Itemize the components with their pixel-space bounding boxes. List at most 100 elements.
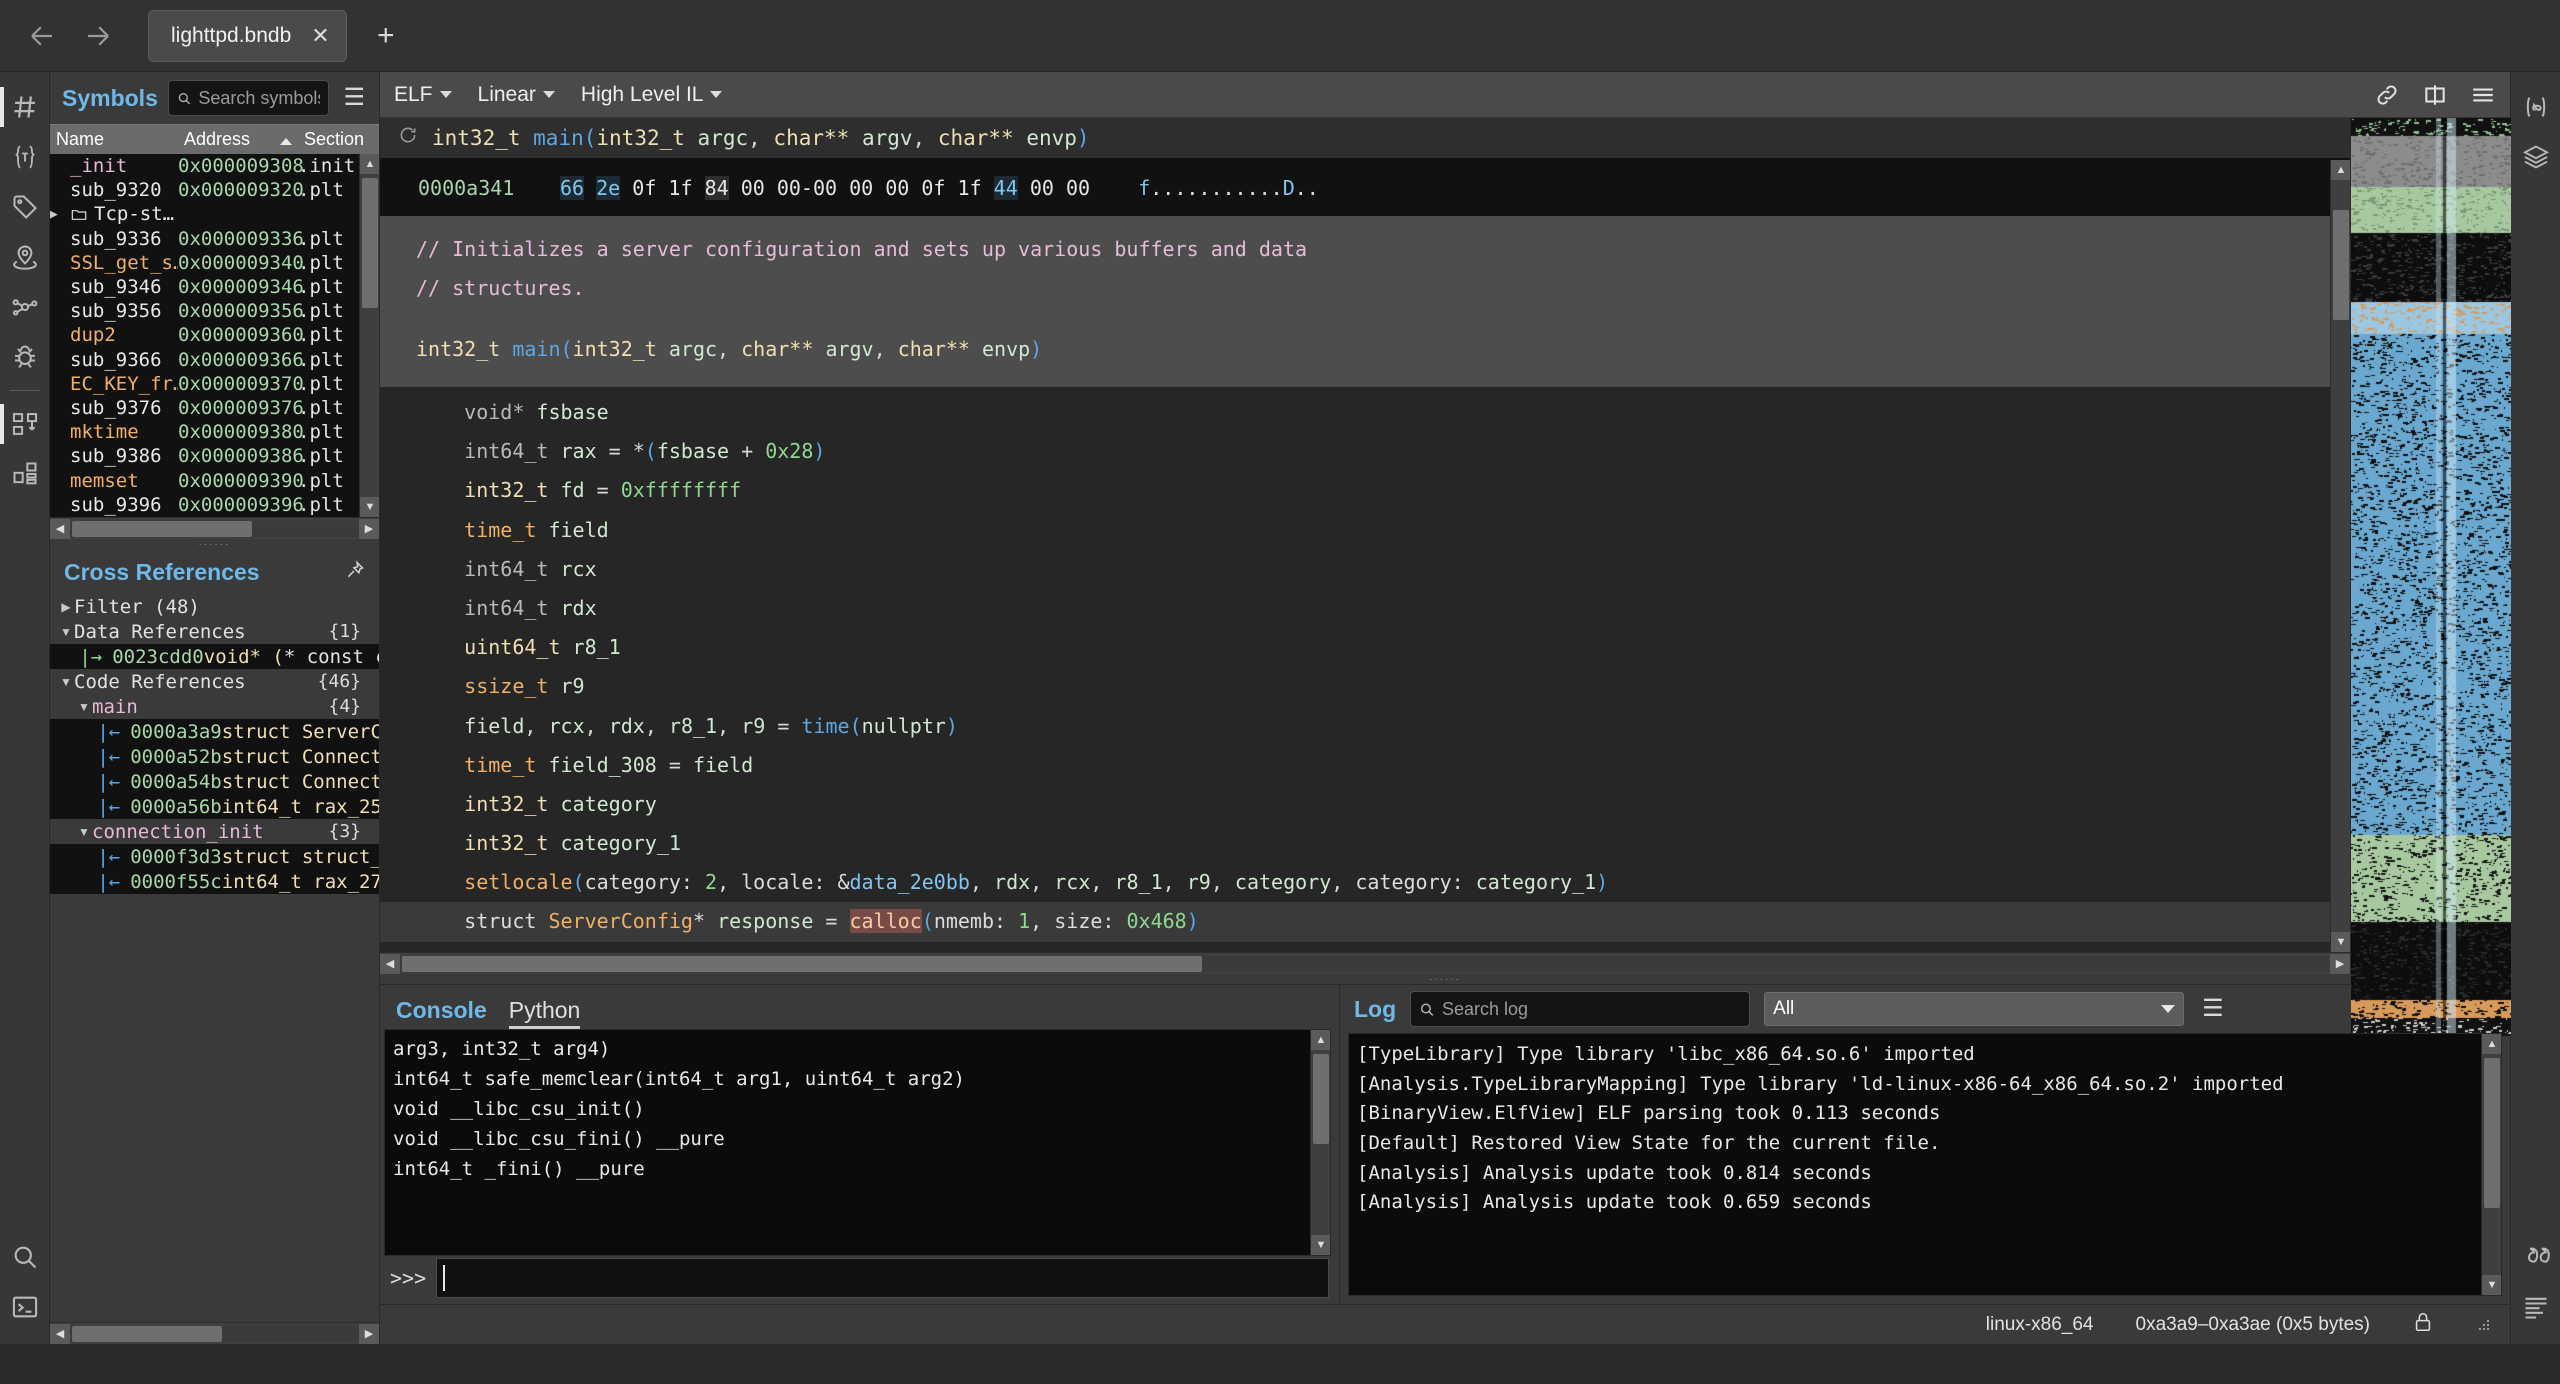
h-scroll-track[interactable] [400,955,2330,972]
xref-row[interactable]: |← 0000a3a9 struct ServerConfig [50,719,379,744]
plus-icon[interactable]: + [363,13,409,59]
layers-icon[interactable] [2511,132,2560,182]
h-scroll-thumb[interactable] [72,1325,222,1342]
h-scroll-thumb[interactable] [72,520,252,537]
xref-row[interactable]: |← 0000f3d3 struct struct_7* ra [50,844,379,869]
tab-python[interactable]: Python [508,997,581,1029]
xrefs-tree[interactable]: ▶ Filter (48) ▼ Data References {1} |→ 0023cd… [50,594,379,1322]
scroll-thumb[interactable] [362,178,378,308]
code-line[interactable]: int32_t category [380,785,2350,824]
view-layout-dropdown[interactable]: Linear [478,83,555,107]
scroll-left-arrow-icon[interactable]: ◀ [50,1323,70,1344]
terminal-icon[interactable] [0,1282,50,1332]
symbol-row[interactable]: sub_9336 0x000009336 .plt [50,227,379,251]
log-vertical-scrollbar[interactable]: ▲ ▼ [2481,1034,2501,1295]
scroll-left-arrow-icon[interactable]: ◀ [50,518,70,539]
code-line[interactable]: int64_t rdx [380,589,2350,628]
symbol-row[interactable]: sub_9376 0x000009376 .plt [50,396,379,420]
hex-byte[interactable]: 84 [704,176,729,200]
column-header-name[interactable]: Name [50,129,178,150]
log-level-filter-dropdown[interactable]: All [1764,992,2185,1026]
xref-row[interactable]: |← 0000f55c int64_t rax_27 = ca [50,869,379,894]
view-type-dropdown[interactable]: ELF [394,83,452,107]
code-line[interactable]: setlocale(category: 2, locale: &data_2e0… [380,863,2350,902]
symbol-row[interactable]: memset 0x000009390 .plt [50,468,379,492]
hex-byte[interactable]: 00-00 [777,176,837,200]
minimap-canvas[interactable] [2351,118,2511,1038]
inline-function-signature[interactable]: int32_t main(int32_t argc, char** argv, … [380,330,2350,369]
code-line[interactable]: struct ServerConfig* response = calloc(n… [380,902,2350,942]
function-signature[interactable]: int32_t main(int32_t argc, char** argv, … [432,126,1090,150]
code-line[interactable]: int32_t category_1 [380,824,2350,863]
symbol-row[interactable]: sub_9366 0x000009366 .plt [50,348,379,372]
xrefs-horizontal-scrollbar[interactable]: ◀ ▶ [50,1322,379,1344]
link-icon[interactable] [2374,82,2400,108]
xref-row[interactable]: ▼ connection_init {3} [50,819,379,844]
code-line[interactable]: field, rcx, rdx, r8_1, r9 = time(nullptr… [380,707,2350,746]
graph-icon[interactable] [0,282,50,332]
close-icon[interactable]: ✕ [311,23,329,49]
code-vertical-scrollbar[interactable]: ▲ ▼ [2330,160,2350,952]
binary-minimap[interactable] [2350,118,2511,1038]
code-line[interactable]: uint64_t r8_1 [380,628,2350,667]
scroll-down-arrow-icon[interactable]: ▼ [2331,932,2350,952]
log-menu-icon[interactable]: ☰ [2198,997,2228,1021]
linear-code-view[interactable]: 0000a341 66 2e 0f 1f 84 00 00-00 00 00 0… [380,160,2350,952]
lock-icon[interactable] [2412,1311,2434,1338]
il-level-dropdown[interactable]: High Level IL [581,83,723,107]
hex-byte[interactable]: 44 [993,176,1018,200]
console-vertical-scrollbar[interactable]: ▲ ▼ [1310,1030,1330,1255]
scroll-down-arrow-icon[interactable]: ▼ [1311,1235,1330,1255]
code-line[interactable]: int64_t rcx [380,550,2350,589]
file-tab[interactable]: lighttpd.bndb ✕ [148,9,347,62]
column-header-section[interactable]: Section [298,129,379,150]
hex-byte[interactable]: 2e [596,176,621,200]
scroll-up-arrow-icon[interactable]: ▲ [2482,1034,2501,1054]
options-hamburger-icon[interactable] [2470,82,2496,108]
chevron-right-icon[interactable]: ▶ [58,600,74,614]
chevron-down-icon[interactable]: ▼ [58,675,74,689]
symbol-row[interactable]: _init 0x000009308 .init [50,154,379,178]
h-scroll-thumb[interactable] [402,955,1202,972]
chevron-down-icon[interactable]: ▼ [58,625,74,639]
scroll-thumb[interactable] [1313,1054,1329,1144]
pin-icon[interactable] [345,559,365,586]
symbols-vertical-scrollbar[interactable]: ▲ ▼ [359,154,379,517]
chevron-right-icon[interactable]: ▶ [50,207,64,222]
symbol-row[interactable]: sub_9396 0x000009396 .plt [50,493,379,517]
hex-byte[interactable]: 00 [741,176,765,200]
symbol-row[interactable]: sub_9356 0x000009356 .plt [50,299,379,323]
xref-row[interactable]: |→ 0023cdd0 void* (* const callo [50,644,379,669]
h-scroll-track[interactable] [70,1325,359,1342]
decompiled-code-body[interactable]: void* fsbase int64_t rax = *(fsbase + 0x… [380,387,2350,952]
hex-byte[interactable]: 66 [560,176,585,200]
xref-row[interactable]: ▶ Filter (48) [50,594,379,619]
code-line[interactable]: ssize_t r9 [380,667,2350,706]
symbol-row[interactable]: sub_9320 0x000009320 .plt [50,178,379,202]
log-output[interactable]: [TypeLibrary] Type library 'libc_x86_64.… [1348,1033,2502,1296]
tab-console[interactable]: Console [396,997,487,1029]
scroll-right-arrow-icon[interactable]: ▶ [359,518,379,539]
code-line[interactable]: if (response == 0) [380,942,2350,952]
stack-view-icon[interactable] [0,449,50,499]
xref-row[interactable]: |← 0000a52b struct Connection* [50,744,379,769]
symbol-row[interactable]: mktime 0x000009380 .plt [50,420,379,444]
code-line[interactable]: int32_t fd = 0xffffffff [380,471,2350,510]
scroll-right-arrow-icon[interactable]: ▶ [2330,953,2350,974]
code-line[interactable]: void* fsbase [380,393,2350,432]
forward-arrow-icon[interactable] [70,8,126,64]
code-horizontal-scrollbar[interactable]: ◀ ▶ [380,952,2350,974]
debugger-icon[interactable] [0,332,50,382]
symbol-row[interactable]: sub_9346 0x000009346 .plt [50,275,379,299]
scroll-thumb[interactable] [2484,1058,2500,1208]
symbol-row[interactable]: dup2 0x000009360 .plt [50,323,379,347]
scroll-up-arrow-icon[interactable]: ▲ [360,154,379,174]
xref-row[interactable]: |← 0000a54b struct Connection* [50,769,379,794]
code-line[interactable]: time_t field [380,511,2350,550]
resize-grip-icon[interactable] [2476,1317,2492,1333]
tags-icon[interactable] [0,182,50,232]
xref-row[interactable]: ▼ main {4} [50,694,379,719]
hex-byte[interactable]: 0f [632,176,656,200]
chevron-down-icon[interactable]: ▼ [76,700,92,714]
symbols-horizontal-scrollbar[interactable]: ◀ ▶ [50,517,379,539]
